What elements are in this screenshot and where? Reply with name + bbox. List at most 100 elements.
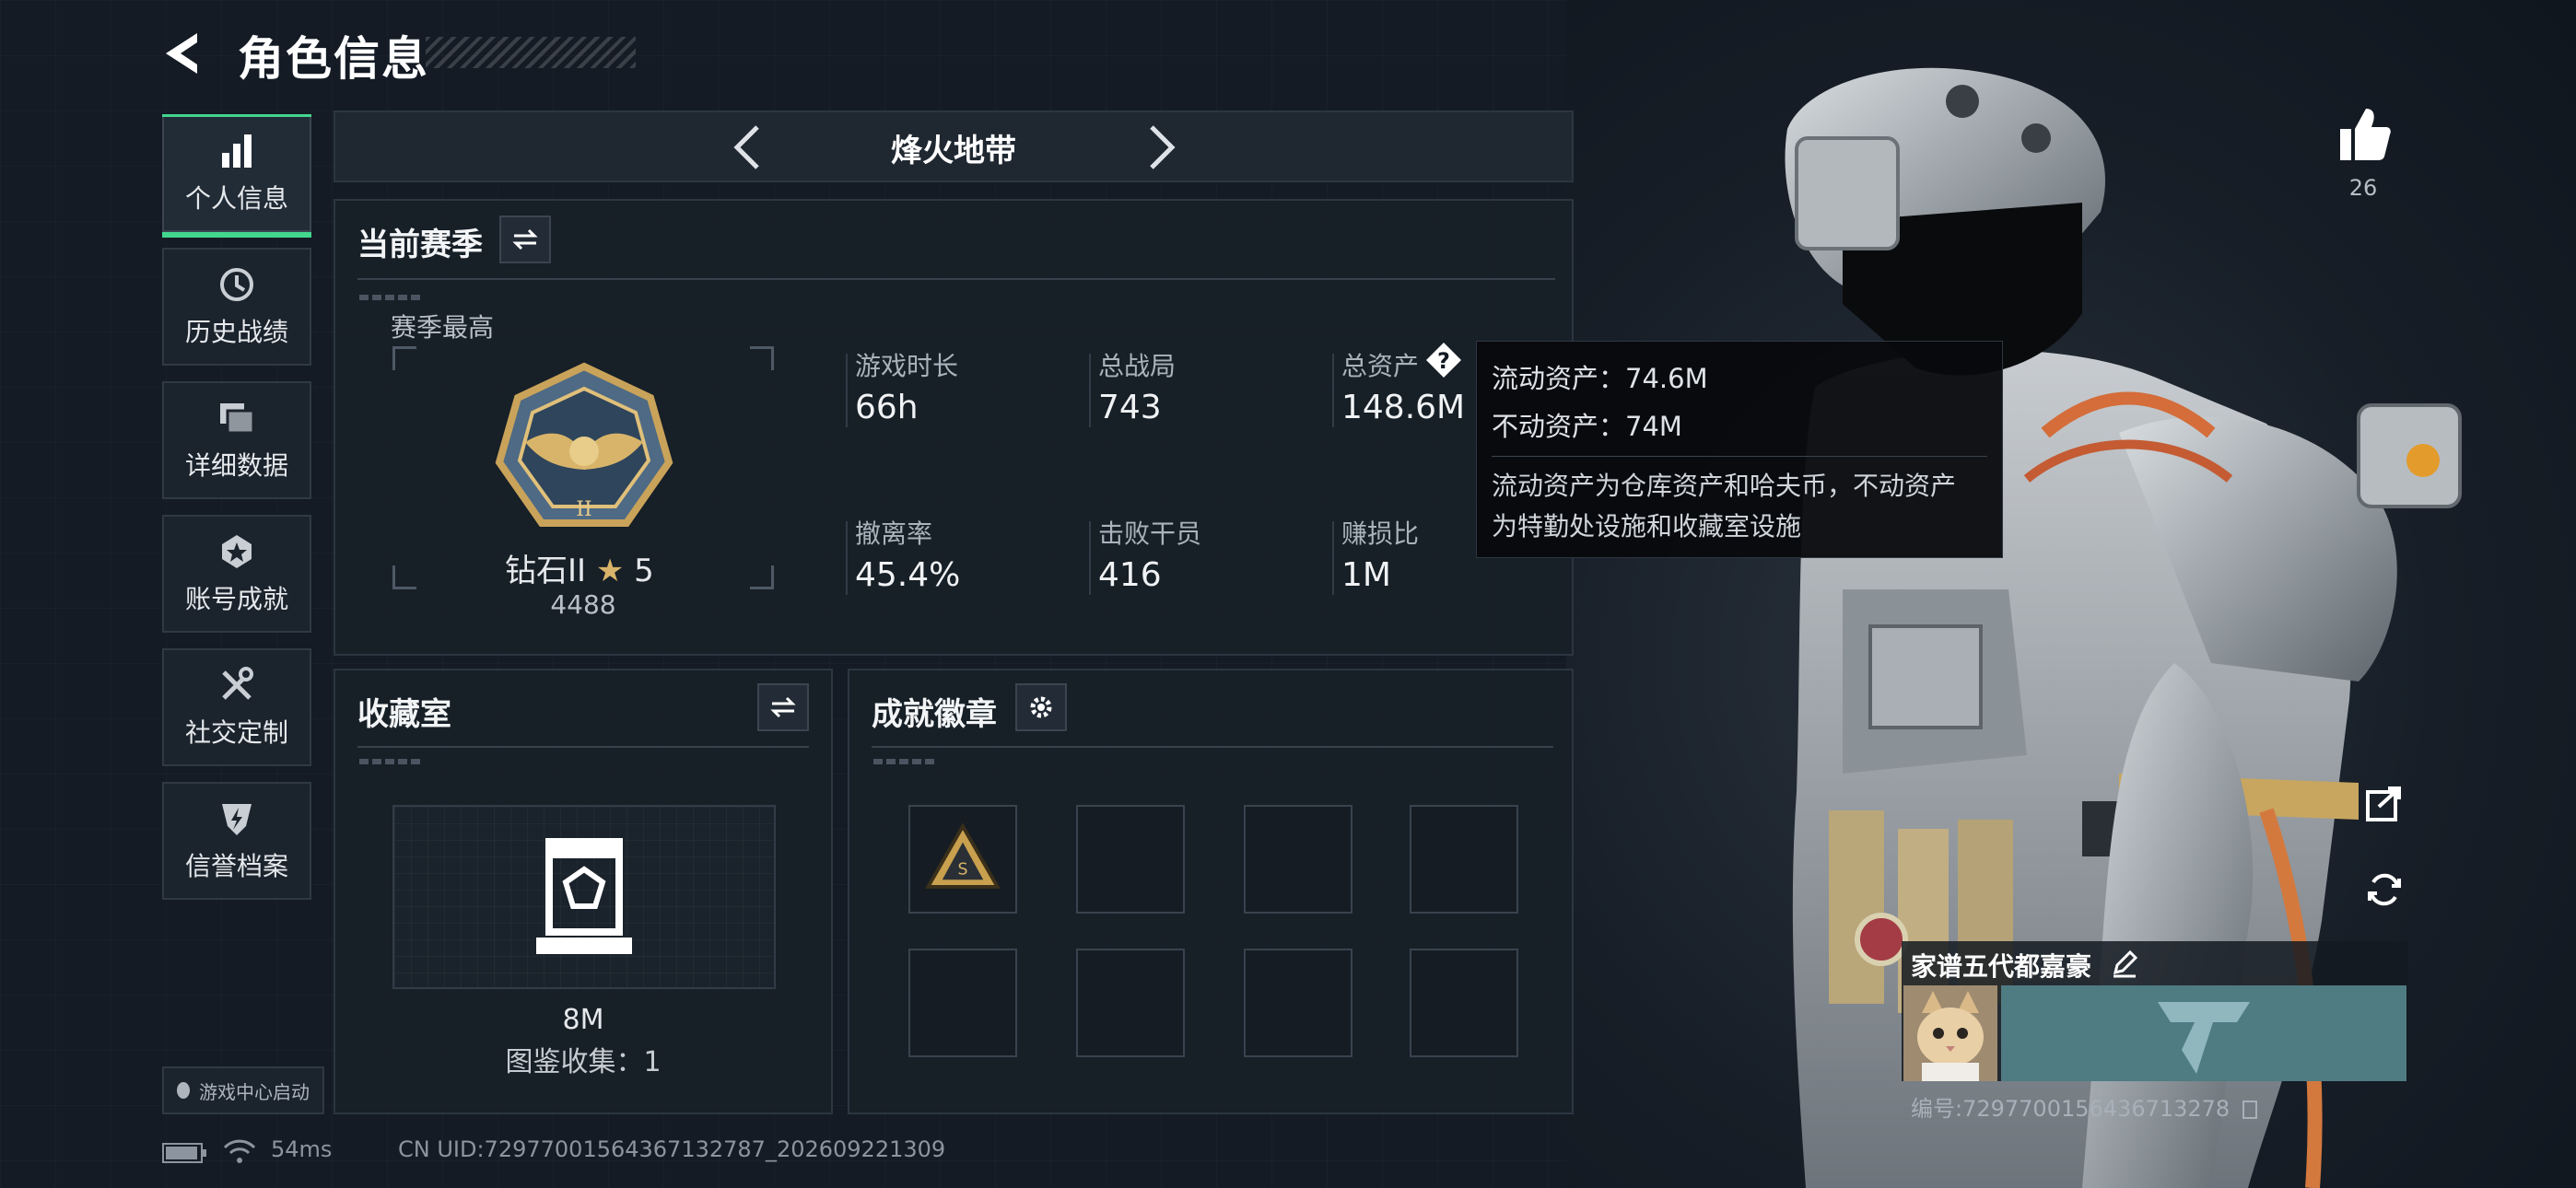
badge-slot-empty[interactable]: [1076, 805, 1185, 914]
switch-icon: [770, 696, 796, 718]
collection-title: 收藏室: [357, 696, 451, 733]
next-mode-icon[interactable]: [1133, 120, 1185, 175]
collection-count: 图鉴收集：1: [505, 1046, 662, 1078]
player-id-text: 编号:7297700156436713278: [1911, 1096, 2231, 1122]
triangle-badge-icon: S: [924, 822, 1001, 889]
collection-switch-button[interactable]: [757, 683, 809, 731]
divider: [357, 746, 809, 748]
season-best-label: 赛季最高: [391, 312, 495, 343]
qq-icon: [177, 1082, 190, 1099]
stat-label: 赚损比: [1341, 518, 1420, 549]
history-icon: [220, 268, 253, 301]
emblem-logo-icon: [2158, 1002, 2250, 1074]
stat-separator: [846, 521, 848, 595]
nav-label: 详细数据: [184, 450, 288, 481]
mode-name: 烽火地带: [891, 133, 1016, 169]
svg-text:?: ?: [1437, 348, 1450, 374]
nav-label: 历史战绩: [184, 317, 288, 347]
star-icon: ★: [595, 553, 625, 589]
achievement-icon: [222, 535, 252, 568]
gear-icon: [1030, 696, 1052, 718]
nav-label: 个人信息: [184, 183, 288, 214]
game-center-label: 游戏中心启动: [199, 1080, 310, 1103]
frame-corner: [392, 346, 416, 370]
share-icon[interactable]: [2364, 783, 2405, 823]
stat-separator: [1089, 354, 1091, 427]
nav-reputation[interactable]: 信誉档案: [162, 782, 311, 900]
page-title: 角色信息: [238, 32, 429, 86]
badge-slot-empty[interactable]: [1244, 805, 1352, 914]
collection-value: 8M: [562, 1004, 604, 1036]
cat-avatar-icon: [1903, 985, 1997, 1081]
rank-label: 钻石II ★ 5: [505, 545, 654, 590]
tooltip-divider: [1492, 456, 1987, 457]
badge-slot-empty[interactable]: [1410, 805, 1518, 914]
badge-slot-filled[interactable]: S: [908, 805, 1017, 914]
rank-score: 4488: [550, 589, 616, 620]
stat-value: 66h: [855, 389, 919, 426]
rank-name: 钻石II: [505, 553, 587, 589]
stat-separator: [1089, 521, 1091, 595]
files-icon: [220, 403, 255, 435]
tools-icon: [222, 667, 253, 700]
tooltip-fixed: 不动资产：74M: [1492, 411, 1682, 442]
season-switch-button[interactable]: [499, 215, 551, 263]
divider: [872, 746, 1553, 748]
rank-stars: 5: [634, 553, 654, 589]
avatar[interactable]: [1903, 985, 1997, 1081]
svg-text:II: II: [576, 498, 591, 521]
badge-slot-empty[interactable]: [1410, 949, 1518, 1057]
back-icon[interactable]: [157, 26, 212, 81]
frame-corner: [750, 565, 774, 589]
thumbs-up-icon[interactable]: [2336, 105, 2392, 164]
badge-slot-empty[interactable]: [1076, 949, 1185, 1057]
vault-icon: [536, 838, 632, 954]
stat-label: 撤离率: [855, 518, 933, 549]
refresh-icon[interactable]: [2364, 869, 2405, 910]
game-center-launch[interactable]: 游戏中心启动: [162, 1066, 324, 1114]
stat-value: 743: [1098, 389, 1162, 426]
frame-corner: [750, 346, 774, 370]
badge-slot-empty[interactable]: [1244, 949, 1352, 1057]
decor-dash: [873, 759, 938, 764]
decor-dash: [359, 295, 424, 300]
shield-bolt-icon: [222, 804, 252, 835]
stat-value: 45.4%: [855, 556, 961, 594]
switch-icon: [512, 228, 538, 250]
decor-dash: [359, 759, 424, 764]
badges-settings-button[interactable]: [1015, 683, 1067, 731]
tooltip-desc-line1: 流动资产为仓库资产和哈夫币，不动资产: [1492, 471, 1957, 501]
tooltip-desc-line2: 为特勤处设施和收藏室设施: [1492, 511, 1802, 542]
copy-icon[interactable]: [2242, 1101, 2257, 1119]
svg-text:S: S: [957, 860, 967, 879]
nav-social[interactable]: 社交定制: [162, 648, 311, 766]
nav-label: 信誉档案: [184, 851, 288, 881]
player-banner: [2001, 985, 2406, 1081]
badges-title: 成就徽章: [872, 696, 997, 733]
stat-label: 击败干员: [1098, 518, 1202, 549]
tooltip-liquid: 流动资产：74.6M: [1492, 363, 1708, 394]
help-icon[interactable]: ?: [1424, 341, 1463, 379]
stat-value: 148.6M: [1341, 389, 1466, 426]
edit-icon[interactable]: [2110, 949, 2139, 978]
stat-value: 416: [1098, 556, 1162, 594]
rank-emblem-icon: II: [495, 362, 673, 527]
ping-text: 54ms: [271, 1136, 333, 1162]
stat-separator: [1332, 521, 1334, 595]
player-id: 编号:7297700156436713278: [1911, 1090, 2257, 1123]
frame-corner: [392, 565, 416, 589]
nav-label: 社交定制: [184, 717, 288, 748]
battery-icon: [162, 1143, 206, 1163]
nav-history[interactable]: 历史战绩: [162, 248, 311, 366]
wifi-icon: [223, 1139, 256, 1163]
badge-slot-empty[interactable]: [908, 949, 1017, 1057]
nav-label: 账号成就: [184, 584, 288, 614]
divider: [357, 278, 1555, 280]
nav-detailed-data[interactable]: 详细数据: [162, 381, 311, 499]
nav-achievements[interactable]: 账号成就: [162, 515, 311, 633]
season-title: 当前赛季: [357, 227, 483, 263]
stat-separator: [846, 354, 848, 427]
stat-label: 总战局: [1098, 351, 1177, 381]
assets-tooltip: 流动资产：74.6M 不动资产：74M 流动资产为仓库资产和哈夫币，不动资产 为…: [1476, 341, 2003, 558]
player-name: 家谱五代都嘉豪: [1911, 951, 2092, 982]
